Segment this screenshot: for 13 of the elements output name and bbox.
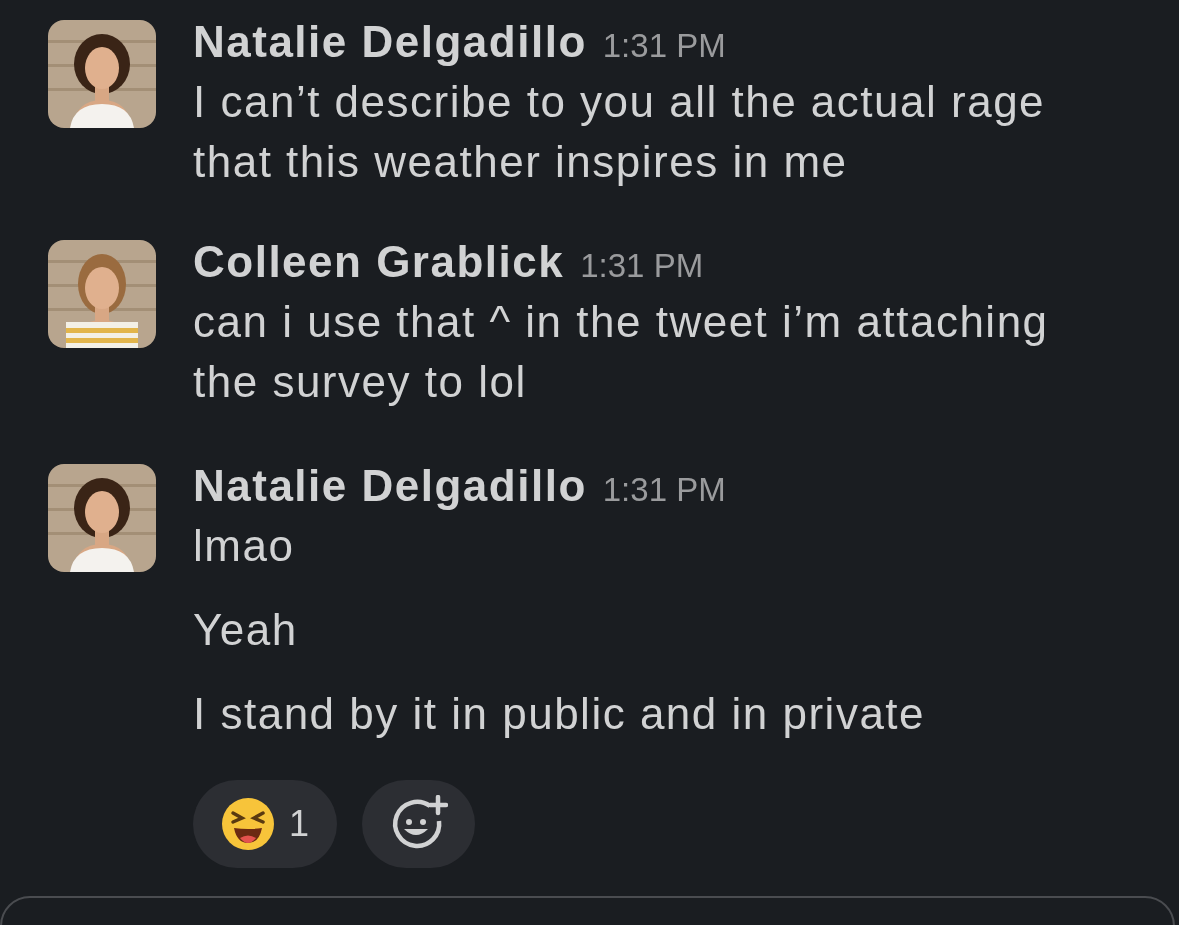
timestamp[interactable]: 1:31 PM <box>580 240 704 292</box>
message-text: Yeah <box>193 604 299 656</box>
author-name[interactable]: Natalie Delgadillo <box>193 460 587 512</box>
author-name[interactable]: Colleen Grablick <box>193 236 565 288</box>
laughing-face-icon <box>221 797 275 851</box>
message-text: I stand by it in public and in private <box>193 688 927 740</box>
timestamp[interactable]: 1:31 PM <box>602 464 726 516</box>
author-name[interactable]: Natalie Delgadillo <box>193 16 587 68</box>
reaction-button[interactable]: 1 <box>193 780 338 868</box>
message-text: lmao <box>193 520 296 572</box>
message-text: can i use that ^ in the tweet i’m attaching the survey to lol <box>193 296 1050 408</box>
timestamp[interactable]: 1:31 PM <box>602 20 726 72</box>
message-text: I can’t describe to you all the actual rage that this weather inspires in me <box>193 76 1047 188</box>
